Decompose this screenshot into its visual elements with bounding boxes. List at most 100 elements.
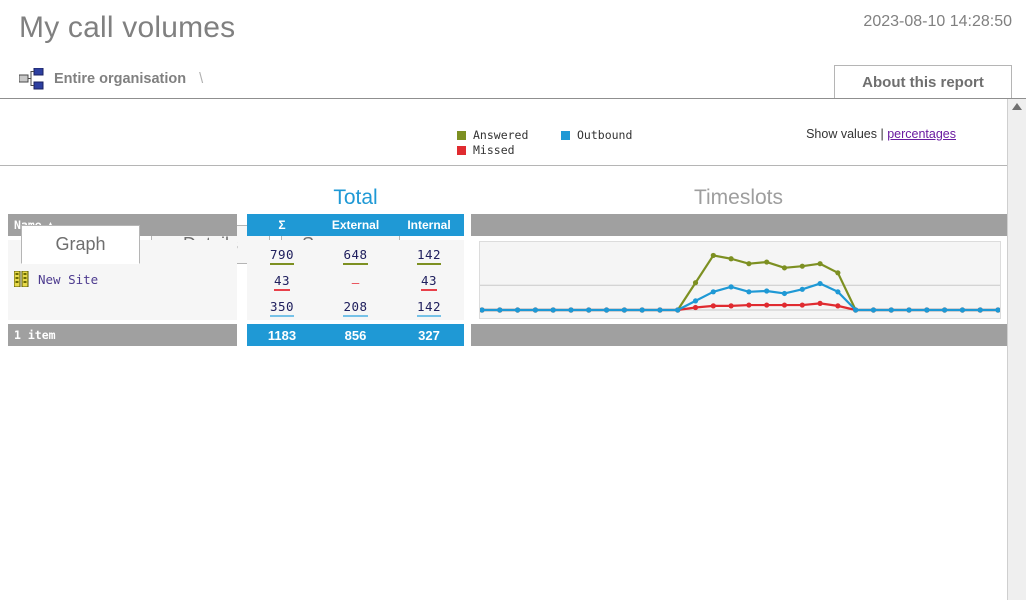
legend-swatch-answered <box>457 131 466 140</box>
tab-graph[interactable]: Graph <box>21 225 140 264</box>
section-heading-timeslots: Timeslots <box>470 186 1007 210</box>
site-name-link[interactable]: New Site <box>38 272 98 287</box>
chart-point[interactable] <box>711 289 716 294</box>
column-header-sum[interactable]: Σ <box>247 214 317 236</box>
chart-point[interactable] <box>764 302 769 307</box>
cell-missed-sum: 43 <box>247 269 317 295</box>
chart-point[interactable] <box>817 281 822 286</box>
page-title: My call volumes <box>19 11 235 45</box>
value-answered-sum[interactable]: 790 <box>270 247 294 265</box>
chart-point[interactable] <box>764 288 769 293</box>
chart-point[interactable] <box>640 307 645 312</box>
chart-point[interactable] <box>711 303 716 308</box>
chart-point[interactable] <box>693 305 698 310</box>
show-values-control: Show values | percentages <box>806 127 956 141</box>
column-header-external[interactable]: External <box>317 214 394 236</box>
value-missed-sum[interactable]: 43 <box>274 273 290 291</box>
value-answered-internal[interactable]: 142 <box>417 247 441 265</box>
value-missed-internal[interactable]: 43 <box>421 273 437 291</box>
breadcrumb-separator: \ <box>199 71 203 87</box>
breadcrumb-organisation[interactable]: Entire organisation <box>54 71 186 87</box>
legend-item-outbound: Outbound <box>561 128 632 142</box>
value-missed-external: – <box>352 275 360 290</box>
chart-point[interactable] <box>782 291 787 296</box>
chart-point[interactable] <box>746 261 751 266</box>
chart-point[interactable] <box>551 307 556 312</box>
chart-point[interactable] <box>604 307 609 312</box>
total-values-body: 790 648 142 43 – 43 350 208 <box>247 240 464 320</box>
timeslots-footer <box>471 324 1007 346</box>
cell-answered-external: 648 <box>317 243 394 269</box>
tab-strip-underline <box>0 165 1013 166</box>
chart-point[interactable] <box>586 307 591 312</box>
legend-item-missed: Missed <box>457 143 515 157</box>
legend-item-answered: Answered <box>457 128 528 142</box>
chart-point[interactable] <box>924 307 929 312</box>
chart-point[interactable] <box>693 280 698 285</box>
chart-point[interactable] <box>782 265 787 270</box>
chart-point[interactable] <box>729 303 734 308</box>
chart-point[interactable] <box>657 307 662 312</box>
column-header-internal[interactable]: Internal <box>394 214 464 236</box>
scroll-up-arrow-icon[interactable] <box>1012 103 1022 110</box>
chart-point[interactable] <box>533 307 538 312</box>
chart-point[interactable] <box>835 270 840 275</box>
show-values-label: Show values | <box>806 127 884 141</box>
chart-point[interactable] <box>800 302 805 307</box>
chart-point[interactable] <box>693 298 698 303</box>
chart-point[interactable] <box>889 307 894 312</box>
chart-point[interactable] <box>995 307 1000 312</box>
legend-swatch-outbound <box>561 131 570 140</box>
total-values-grid: 790 648 142 43 – 43 350 208 <box>247 240 464 320</box>
value-answered-external[interactable]: 648 <box>343 247 367 265</box>
show-values-percentages-link[interactable]: percentages <box>887 127 956 141</box>
legend-label-outbound: Outbound <box>577 128 632 142</box>
vertical-scrollbar[interactable] <box>1007 99 1026 600</box>
chart-point[interactable] <box>746 289 751 294</box>
chart-point[interactable] <box>497 307 502 312</box>
about-this-report-button[interactable]: About this report <box>834 65 1012 98</box>
chart-point[interactable] <box>853 307 858 312</box>
section-heading-total: Total <box>247 186 464 210</box>
chart-point[interactable] <box>835 303 840 308</box>
chart-point[interactable] <box>978 307 983 312</box>
chart-point[interactable] <box>568 307 573 312</box>
column-header-timeslots <box>471 214 1007 236</box>
chart-point[interactable] <box>729 256 734 261</box>
legend-swatch-missed <box>457 146 466 155</box>
chart-point[interactable] <box>782 302 787 307</box>
chart-point[interactable] <box>729 284 734 289</box>
chart-point[interactable] <box>746 302 751 307</box>
chart-point[interactable] <box>817 261 822 266</box>
chart-point[interactable] <box>817 301 822 306</box>
value-outbound-sum[interactable]: 350 <box>270 299 294 317</box>
column-header-total-group: Σ External Internal <box>247 214 464 236</box>
footer-value-internal: 327 <box>394 324 464 346</box>
chart-point[interactable] <box>906 307 911 312</box>
chart-point[interactable] <box>835 289 840 294</box>
cell-missed-external: – <box>317 269 394 295</box>
site-row[interactable]: New Site <box>14 271 98 287</box>
cell-outbound-sum: 350 <box>247 295 317 321</box>
org-tree-icon <box>19 68 45 90</box>
page-header: My call volumes 2023-08-10 14:28:50 Enti… <box>0 0 1026 99</box>
timeslots-chart[interactable] <box>479 241 1001 319</box>
value-outbound-external[interactable]: 208 <box>343 299 367 317</box>
chart-point[interactable] <box>622 307 627 312</box>
breadcrumb: Entire organisation \ <box>19 68 203 90</box>
chart-point[interactable] <box>764 259 769 264</box>
chart-point[interactable] <box>942 307 947 312</box>
chart-point[interactable] <box>871 307 876 312</box>
cell-outbound-internal: 142 <box>394 295 464 321</box>
footer-value-sum: 1183 <box>247 324 317 346</box>
value-outbound-internal[interactable]: 142 <box>417 299 441 317</box>
chart-point[interactable] <box>800 264 805 269</box>
timeslots-chart-cell <box>471 240 1007 320</box>
chart-point[interactable] <box>675 307 680 312</box>
cell-missed-internal: 43 <box>394 269 464 295</box>
chart-point[interactable] <box>711 253 716 258</box>
chart-point[interactable] <box>800 287 805 292</box>
chart-point[interactable] <box>515 307 520 312</box>
chart-point[interactable] <box>960 307 965 312</box>
chart-point[interactable] <box>480 307 485 312</box>
